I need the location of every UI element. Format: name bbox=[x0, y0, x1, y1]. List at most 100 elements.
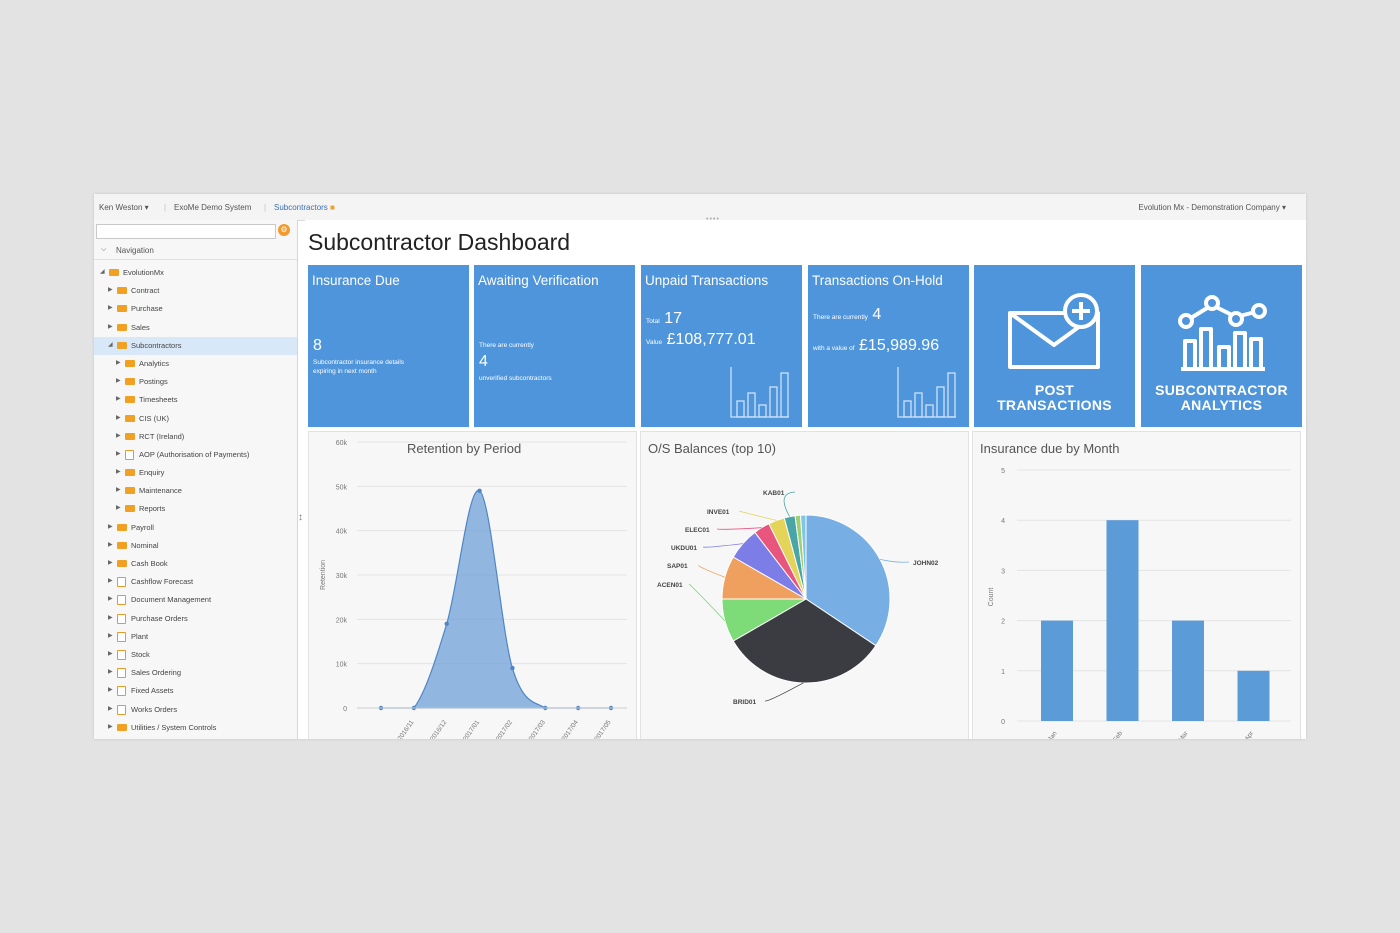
collapsed-arrow-icon[interactable]: ▶ bbox=[108, 705, 113, 712]
sidebar-item-label: Utilities / System Controls bbox=[131, 722, 217, 732]
expanded-arrow-icon[interactable]: ◢ bbox=[100, 268, 105, 275]
x-tick-label: Apr bbox=[1244, 729, 1256, 739]
subcontractor-analytics-tile[interactable]: SUBCONTRACTOR ANALYTICS bbox=[1141, 265, 1302, 427]
sidebar-item[interactable]: ▶ Purchase bbox=[94, 300, 297, 318]
company-name: Evolution Mx - Demonstration Company bbox=[1138, 203, 1280, 212]
sidebar-item[interactable]: ◢ Subcontractors bbox=[94, 336, 297, 355]
company-selector[interactable]: Evolution Mx - Demonstration Company ▾ bbox=[1138, 203, 1286, 212]
sidebar-item[interactable]: ▶ Plant bbox=[94, 628, 297, 646]
collapsed-arrow-icon[interactable]: ▶ bbox=[116, 504, 121, 511]
navigation-header[interactable]: ⌵ Navigation bbox=[94, 241, 297, 260]
breadcrumb-label: Subcontractors bbox=[274, 203, 328, 212]
collapsed-arrow-icon[interactable]: ▶ bbox=[108, 668, 113, 675]
document-icon bbox=[117, 704, 126, 715]
collapsed-arrow-icon[interactable]: ▶ bbox=[116, 414, 121, 421]
sidebar-item[interactable]: ▶ Document Management bbox=[94, 591, 297, 609]
x-tick-label: Jan bbox=[1047, 730, 1059, 739]
collapsed-arrow-icon[interactable]: ▶ bbox=[108, 523, 113, 530]
collapsed-arrow-icon[interactable]: ▶ bbox=[108, 286, 113, 293]
sidebar-item-label: Sales bbox=[131, 322, 150, 332]
sidebar-item[interactable]: ▶ Stock bbox=[94, 646, 297, 664]
sidebar-item[interactable]: ▶ AOP (Authorisation of Payments) bbox=[94, 446, 297, 464]
collapsed-arrow-icon[interactable]: ▶ bbox=[116, 450, 121, 457]
sidebar-item[interactable]: ▶ Payroll bbox=[94, 519, 297, 537]
insurance-chart: 0 1 2 3 4 5 Count Jan Feb Mar Apr bbox=[988, 468, 1291, 739]
tile-label: SUBCONTRACTOR bbox=[1155, 382, 1288, 398]
collapsed-arrow-icon[interactable]: ▶ bbox=[108, 650, 113, 657]
sidebar-item[interactable]: ▶ Works Orders bbox=[94, 701, 297, 719]
y-tick-label: 60k bbox=[336, 440, 348, 447]
sidebar-item[interactable]: ▶ Reports bbox=[94, 500, 297, 518]
sidebar-item[interactable]: ▶ Utilities / System Controls bbox=[94, 719, 297, 737]
sidebar-item[interactable]: ▶ Enquiry bbox=[94, 464, 297, 482]
sidebar-item[interactable]: ▶ Cash Book bbox=[94, 555, 297, 573]
sidebar-item-label: Subcontractors bbox=[131, 340, 182, 350]
sidebar-item[interactable]: ▶ Sales Ordering bbox=[94, 664, 297, 682]
breadcrumb[interactable]: Subcontractors ■ bbox=[274, 203, 335, 212]
sidebar-item[interactable]: ▶ Postings bbox=[94, 373, 297, 391]
collapsed-arrow-icon[interactable]: ▶ bbox=[108, 541, 113, 548]
data-point bbox=[510, 665, 515, 671]
search-input[interactable] bbox=[96, 224, 276, 239]
sidebar-item-label: Cash Book bbox=[131, 559, 168, 568]
collapsed-arrow-icon[interactable]: ▶ bbox=[108, 559, 113, 566]
pie-label: ACEN01 bbox=[657, 582, 683, 589]
system-name[interactable]: ExoMe Demo System bbox=[174, 203, 251, 212]
collapsed-arrow-icon[interactable]: ▶ bbox=[116, 468, 121, 475]
chevron-down-icon: ⌵ bbox=[101, 246, 107, 253]
collapsed-arrow-icon[interactable]: ▶ bbox=[108, 632, 113, 639]
pie-connector bbox=[698, 564, 726, 578]
insurance-due-tile[interactable]: Insurance Due 8 Subcontractor insurance … bbox=[308, 265, 469, 427]
total-label: Total bbox=[646, 318, 660, 325]
sidebar-item[interactable]: ▶ Purchase Orders bbox=[94, 610, 297, 628]
collapsed-arrow-icon[interactable]: ▶ bbox=[116, 377, 121, 384]
sidebar-item[interactable]: ▶ Maintenance bbox=[94, 482, 297, 500]
folder-icon bbox=[117, 560, 127, 567]
collapsed-arrow-icon[interactable]: ▶ bbox=[108, 595, 113, 602]
collapsed-arrow-icon[interactable]: ▶ bbox=[108, 323, 113, 330]
sidebar-item[interactable]: ◢ EvolutionMx bbox=[94, 264, 297, 282]
sidebar-item[interactable]: ▶ Sales bbox=[94, 319, 297, 337]
sidebar-item-label: Reports bbox=[139, 504, 166, 514]
collapsed-arrow-icon[interactable]: ▶ bbox=[116, 432, 121, 439]
sidebar-item[interactable]: ▶ Contract bbox=[94, 282, 297, 300]
sidebar-item-label: Payroll bbox=[131, 522, 154, 532]
sidebar-item[interactable]: ▶ CIS (UK) bbox=[94, 410, 297, 428]
pie-connector bbox=[702, 543, 743, 548]
sidebar-item[interactable]: ▶ RCT (Ireland) bbox=[94, 428, 297, 446]
sidebar-item[interactable]: ▶ Timesheets bbox=[94, 391, 297, 409]
expanded-arrow-icon[interactable]: ◢ bbox=[108, 341, 113, 348]
awaiting-verification-tile[interactable]: Awaiting Verification There are currentl… bbox=[474, 265, 635, 427]
value-row: Value £108,777.01 bbox=[646, 331, 756, 349]
sidebar-item[interactable]: ▶ Analytics bbox=[94, 355, 297, 373]
tile-title: Insurance Due bbox=[312, 273, 400, 288]
sidebar-item[interactable]: ▶ Nominal bbox=[94, 537, 297, 555]
collapsed-arrow-icon[interactable]: ▶ bbox=[116, 359, 121, 366]
folder-icon bbox=[125, 414, 135, 422]
user-menu[interactable]: Ken Weston ▾ bbox=[99, 203, 149, 212]
collapsed-arrow-icon[interactable]: ▶ bbox=[108, 577, 113, 584]
collapsed-arrow-icon[interactable]: ▶ bbox=[108, 686, 113, 693]
data-point bbox=[477, 488, 482, 493]
post-transactions-tile[interactable]: POST TRANSACTIONS bbox=[974, 265, 1135, 427]
collapsed-arrow-icon[interactable]: ▶ bbox=[108, 614, 113, 621]
transactions-on-hold-tile[interactable]: Transactions On-Hold There are currently… bbox=[808, 265, 969, 427]
tile-title: Awaiting Verification bbox=[478, 273, 599, 288]
bar bbox=[1172, 620, 1204, 721]
tile-title: Transactions On-Hold bbox=[812, 273, 943, 288]
sidebar-item[interactable]: ▶ Cashflow Forecast bbox=[94, 573, 297, 591]
user-name: Ken Weston bbox=[99, 203, 143, 212]
collapsed-arrow-icon[interactable]: ▶ bbox=[108, 304, 113, 311]
sidebar-item-label: RCT (Ireland) bbox=[139, 431, 185, 441]
folder-icon bbox=[125, 378, 135, 386]
splitter-handle[interactable]: ↕ bbox=[297, 220, 305, 739]
unpaid-transactions-tile[interactable]: Unpaid Transactions Total 17 Value £108,… bbox=[641, 265, 802, 427]
search-icon[interactable]: ⚙ bbox=[278, 224, 290, 236]
collapsed-arrow-icon[interactable]: ▶ bbox=[108, 723, 113, 730]
sidebar-item-label: Fixed Assets bbox=[131, 686, 174, 696]
collapsed-arrow-icon[interactable]: ▶ bbox=[116, 395, 121, 402]
folder-icon bbox=[125, 505, 135, 513]
panel-title: Insurance due by Month bbox=[980, 441, 1120, 456]
sidebar-item[interactable]: ▶ Fixed Assets bbox=[94, 682, 297, 700]
collapsed-arrow-icon[interactable]: ▶ bbox=[116, 486, 121, 493]
